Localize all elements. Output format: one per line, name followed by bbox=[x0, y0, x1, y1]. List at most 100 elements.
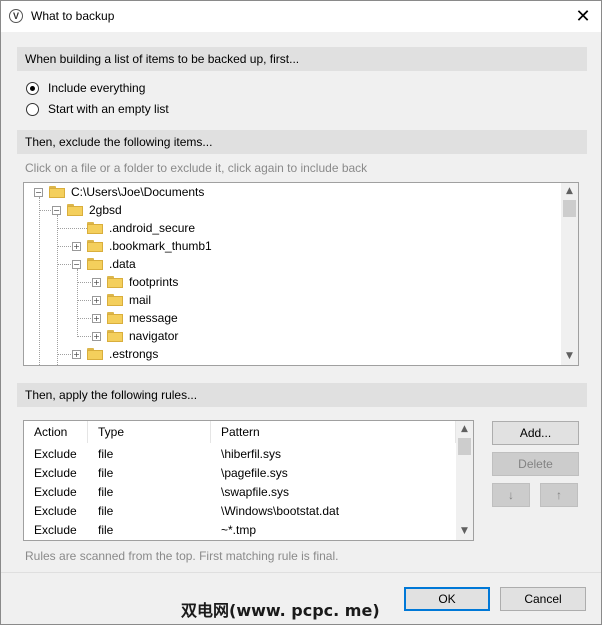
move-up-button[interactable]: ↑ bbox=[540, 483, 578, 507]
rule-action[interactable]: Exclude bbox=[24, 502, 77, 521]
close-button[interactable]: ✕ bbox=[571, 5, 595, 27]
footer-divider bbox=[1, 572, 601, 573]
collapse-icon[interactable]: − bbox=[72, 259, 81, 269]
radio-label: Start with an empty list bbox=[48, 102, 169, 116]
tree-guide-line bbox=[57, 228, 87, 229]
radio-include-everything[interactable]: Include everything bbox=[26, 79, 145, 97]
rule-type[interactable]: file bbox=[88, 521, 113, 540]
folder-icon bbox=[107, 330, 123, 342]
rule-pattern[interactable]: \swapfile.sys bbox=[211, 483, 289, 502]
rule-type[interactable]: file bbox=[88, 502, 113, 521]
tree-item-footprints[interactable]: + footprints bbox=[92, 273, 178, 291]
rule-action[interactable]: Exclude bbox=[24, 445, 77, 464]
expand-icon[interactable]: + bbox=[92, 313, 101, 323]
tree-item-label: 2gbsd bbox=[89, 203, 122, 217]
radio-label: Include everything bbox=[48, 81, 146, 95]
scroll-down-icon[interactable]: ▼ bbox=[456, 523, 473, 540]
rules-footnote: Rules are scanned from the top. First ma… bbox=[25, 549, 339, 563]
rule-pattern[interactable]: \hiberfil.sys bbox=[211, 445, 281, 464]
tree-item-mail[interactable]: + mail bbox=[92, 291, 151, 309]
section-header-rules: Then, apply the following rules... bbox=[17, 383, 587, 407]
tree-item-label: mail bbox=[129, 293, 152, 307]
expand-icon[interactable]: + bbox=[92, 277, 101, 287]
rule-pattern[interactable]: ~*.tmp bbox=[211, 521, 256, 540]
move-down-button[interactable]: ↓ bbox=[492, 483, 530, 507]
rules-table[interactable]: Action Type Pattern Exclude file \hiberf… bbox=[23, 420, 474, 541]
tree-item-label: .bookmark_thumb1 bbox=[109, 239, 212, 253]
radio-empty-list[interactable]: Start with an empty list bbox=[26, 100, 169, 118]
rules-scrollbar[interactable]: ▲ ▼ bbox=[456, 421, 473, 540]
rule-pattern[interactable]: \Windows\bootstat.dat bbox=[211, 502, 339, 521]
tree-guide-line bbox=[57, 246, 71, 247]
radio-icon-unchecked[interactable] bbox=[26, 102, 39, 116]
scroll-up-icon[interactable]: ▲ bbox=[561, 183, 578, 200]
rule-action[interactable]: Exclude bbox=[24, 483, 77, 502]
folder-icon bbox=[107, 312, 123, 324]
tree-guide-line bbox=[77, 269, 78, 337]
tree-item-documents[interactable]: − C:\Users\Joe\Documents bbox=[34, 183, 204, 201]
tree-item-navigator[interactable]: + navigator bbox=[92, 327, 178, 345]
rule-pattern[interactable]: \pagefile.sys bbox=[211, 464, 288, 483]
add-rule-button[interactable]: Add... bbox=[492, 421, 579, 445]
rule-type[interactable]: file bbox=[88, 464, 113, 483]
tree-item-label: footprints bbox=[129, 275, 179, 289]
folder-icon bbox=[87, 258, 103, 270]
tree-guide-line bbox=[77, 318, 91, 319]
folder-icon bbox=[49, 186, 65, 198]
tree-item-label: .data bbox=[109, 257, 136, 271]
tree-guide-line bbox=[57, 264, 71, 265]
scroll-up-icon[interactable]: ▲ bbox=[456, 421, 473, 438]
window-title: What to backup bbox=[31, 9, 115, 23]
tree-item-label: navigator bbox=[129, 329, 179, 343]
tree-item-android-secure[interactable]: .android_secure bbox=[87, 219, 195, 237]
scroll-down-icon[interactable]: ▼ bbox=[561, 348, 578, 365]
file-tree[interactable]: − C:\Users\Joe\Documents − 2gbsd .androi… bbox=[23, 182, 579, 366]
dialog-content: When building a list of items to be back… bbox=[1, 32, 601, 624]
rule-type[interactable]: file bbox=[88, 483, 113, 502]
collapse-icon[interactable]: − bbox=[52, 205, 61, 215]
column-header-pattern[interactable]: Pattern bbox=[211, 421, 456, 443]
collapse-icon[interactable]: − bbox=[34, 187, 43, 197]
column-header-type[interactable]: Type bbox=[88, 421, 211, 443]
tree-guide-line bbox=[57, 354, 71, 355]
tree-item-label: .android_secure bbox=[109, 221, 196, 235]
section-header-start: When building a list of items to be back… bbox=[17, 47, 587, 71]
scroll-thumb[interactable] bbox=[563, 200, 576, 217]
folder-icon bbox=[67, 204, 83, 216]
arrow-up-icon: ↑ bbox=[556, 488, 562, 502]
folder-icon bbox=[107, 294, 123, 306]
tree-item-bookmark-thumb1[interactable]: + .bookmark_thumb1 bbox=[72, 237, 212, 255]
tree-item-label: message bbox=[129, 311, 178, 325]
expand-icon[interactable]: + bbox=[92, 295, 101, 305]
radio-icon-checked[interactable] bbox=[26, 81, 39, 95]
tree-guide-line bbox=[77, 336, 91, 337]
tree-guide-line bbox=[39, 210, 53, 211]
tree-guide-line bbox=[77, 282, 91, 283]
rule-type[interactable]: file bbox=[88, 445, 113, 464]
ok-button[interactable]: OK bbox=[404, 587, 490, 611]
tree-item-2gbsd[interactable]: − 2gbsd bbox=[52, 201, 122, 219]
tree-guide-line bbox=[57, 215, 58, 365]
arrow-down-icon: ↓ bbox=[508, 488, 514, 502]
expand-icon[interactable]: + bbox=[72, 241, 81, 251]
watermark-text: 双电网(www. pcpc. me) bbox=[181, 601, 380, 620]
folder-icon bbox=[87, 348, 103, 360]
section-header-exclude: Then, exclude the following items... bbox=[17, 130, 587, 154]
expand-icon[interactable]: + bbox=[92, 331, 101, 341]
column-header-action[interactable]: Action bbox=[24, 421, 88, 443]
scroll-thumb[interactable] bbox=[458, 438, 471, 455]
expand-icon[interactable]: + bbox=[72, 349, 81, 359]
tree-scrollbar[interactable]: ▲ ▼ bbox=[561, 183, 578, 365]
rule-action[interactable]: Exclude bbox=[24, 521, 77, 540]
folder-icon bbox=[87, 222, 103, 234]
folder-icon bbox=[107, 276, 123, 288]
delete-rule-button[interactable]: Delete bbox=[492, 452, 579, 476]
folder-icon bbox=[87, 240, 103, 252]
rule-action[interactable]: Exclude bbox=[24, 464, 77, 483]
tree-guide-line bbox=[39, 197, 40, 365]
tree-item-estrongs[interactable]: + .estrongs bbox=[72, 345, 158, 363]
title-bar: V What to backup ✕ bbox=[1, 1, 601, 32]
tree-item-data[interactable]: − .data bbox=[72, 255, 136, 273]
tree-item-message[interactable]: + message bbox=[92, 309, 178, 327]
cancel-button[interactable]: Cancel bbox=[500, 587, 586, 611]
